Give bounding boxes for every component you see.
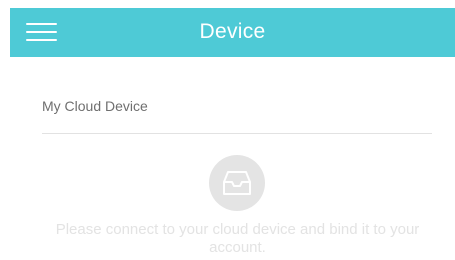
empty-state-message: Please connect to your cloud device and …	[55, 221, 420, 256]
inbox-tray-icon	[209, 155, 265, 211]
page-title: Device	[199, 20, 266, 43]
inbox-tray-glyph	[223, 171, 251, 195]
app-screen: Device My Cloud Device Please connect to…	[0, 0, 455, 260]
section-divider	[42, 133, 432, 134]
section-label: My Cloud Device	[42, 98, 148, 114]
header-bar: Device	[10, 8, 455, 57]
status-bar-gap	[0, 0, 455, 8]
